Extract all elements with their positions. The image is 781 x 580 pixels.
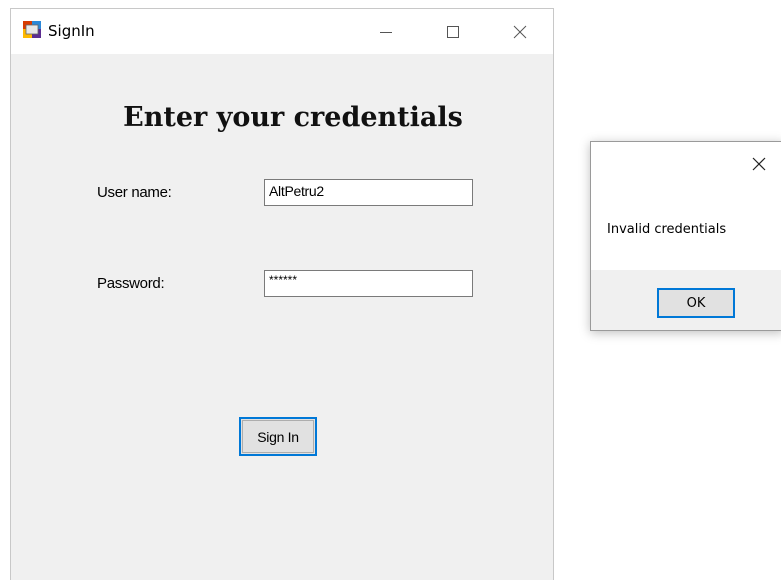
window-title: SignIn — [48, 22, 95, 40]
ok-button[interactable]: OK — [657, 288, 735, 318]
close-icon[interactable] — [497, 9, 543, 54]
password-label: Password: — [97, 275, 165, 292]
heading-text: Enter your credentials — [123, 102, 463, 133]
signin-button[interactable]: Sign In — [239, 417, 317, 456]
password-field[interactable]: ****** — [264, 270, 473, 297]
message-dialog: Invalid credentials OK — [590, 141, 781, 331]
app-icon — [23, 21, 41, 38]
minimize-icon[interactable] — [363, 9, 409, 54]
ok-button-label: OK — [686, 295, 706, 311]
page-title: Enter your credentials — [11, 102, 553, 133]
dialog-message: Invalid credentials — [607, 222, 727, 237]
close-icon[interactable] — [749, 154, 769, 174]
username-label: User name: — [97, 184, 172, 201]
signin-button-label: Sign In — [257, 428, 299, 445]
username-field[interactable]: AltPetru2 — [264, 179, 473, 206]
screen: SignIn Enter your credentials User name:… — [0, 0, 781, 580]
signin-window: SignIn Enter your credentials User name:… — [10, 8, 554, 580]
maximize-icon[interactable] — [430, 9, 476, 54]
title-bar[interactable]: SignIn — [11, 9, 553, 54]
